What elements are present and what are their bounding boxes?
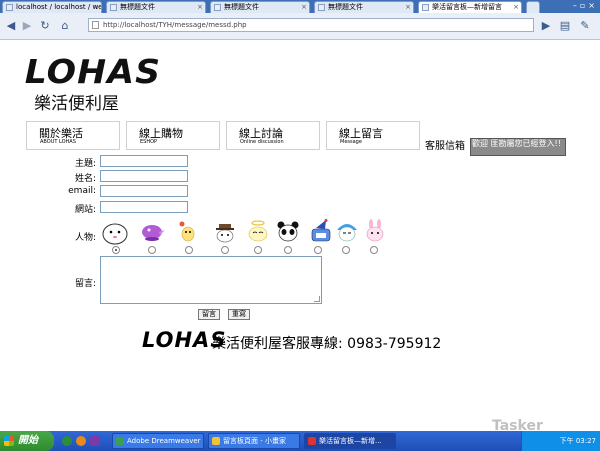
paint-icon [212,437,220,445]
subject-input[interactable] [100,155,188,167]
nav-sublabel: Message [340,139,362,145]
browser-tab[interactable]: 無標題文件 × [106,1,206,13]
message-label: 留言: [74,279,96,289]
dreamweaver-icon [116,437,124,445]
page-icon [422,4,429,11]
page-icon [6,4,13,11]
address-bar[interactable]: http://localhost/TYH/message/messd.php [88,18,534,32]
go-arrow-icon[interactable]: ▶ [539,19,553,33]
close-icon[interactable]: × [197,2,203,13]
pink-bunny-avatar [366,219,384,242]
lohas-logo: LOHAS [24,52,162,91]
window-controls[interactable]: –▫× [573,1,598,10]
browser-tab[interactable]: localhost / localhost / we... × [2,1,102,13]
page-icon [110,4,117,11]
message-textarea[interactable] [100,256,322,304]
task-label: 樂活留言板—新增... [319,437,382,445]
close-icon[interactable]: × [513,2,519,13]
page-icon [214,4,221,11]
tab-label: 無標題文件 [120,3,155,11]
email-input[interactable] [100,185,188,197]
nav-message[interactable]: 線上留言 Message [326,121,420,150]
blue-wizard-avatar [311,219,331,242]
angel-face-avatar [248,220,268,242]
welcome-notice: 歡迎 匪勘屬您已經登入!! [470,138,566,156]
start-label: 開始 [18,435,38,446]
taskbar-item-dreamweaver[interactable]: Adobe Dreamweaver ... [112,433,204,449]
browser-tab-active[interactable]: 樂活留言板—新增留言 × [418,1,522,13]
tab-label: 樂活留言板—新增留言 [432,3,502,11]
nav-sublabel: ESHOP [140,139,158,145]
new-tab-button[interactable] [526,1,540,13]
nav-about-lohas[interactable]: 關於樂活 ABOUT LOHAS [26,121,120,150]
email-label: email: [68,186,96,196]
nav-eshop[interactable]: 線上購物 ESHOP [126,121,220,150]
forward-arrow-icon[interactable]: ▶ [20,19,34,33]
taskbar-item-paint[interactable]: 留言板頁面 - 小畫家 [208,433,300,449]
browser-tab[interactable]: 無標題文件 × [210,1,310,13]
name-label: 姓名: [74,174,96,184]
avatar-radio-5[interactable] [254,246,262,254]
windows-taskbar: 開始 Adobe Dreamweaver ... 留言板頁面 - 小畫家 樂活留… [0,431,600,451]
website-label: 網站: [74,205,96,215]
submit-message-button[interactable]: 留言 [198,309,220,320]
home-icon[interactable]: ⌂ [58,19,72,33]
chrome-icon [308,437,316,445]
close-icon[interactable]: × [405,2,411,13]
reset-button[interactable]: 重寫 [228,309,250,320]
nav-sublabel: Online discussion [240,139,284,145]
name-input[interactable] [100,170,188,182]
resize-grip-icon[interactable] [314,296,320,302]
close-icon[interactable]: × [93,2,99,13]
ghost-white-avatar [102,223,128,245]
purple-bird-avatar [142,225,165,241]
website-input[interactable] [100,201,188,213]
system-tray: 下午 03:27 [521,431,600,451]
avatar-label: 人物: [74,233,96,243]
nav-sublabel: ABOUT LOHAS [40,139,76,145]
avatar-radio-8[interactable] [342,246,350,254]
yellow-chick-avatar [179,221,195,242]
photoshop-quicklaunch-icon[interactable] [90,436,100,446]
panda-avatar [277,221,299,242]
avatar-radio-7[interactable] [314,246,322,254]
site-subtitle: 樂活便利屋 [34,94,119,114]
nav-online-discussion[interactable]: 線上討論 Online discussion [226,121,320,150]
avatar-radio-4[interactable] [221,246,229,254]
tab-label: 無標題文件 [224,3,259,11]
blue-hair-avatar [337,224,357,242]
subject-label: 主題: [74,159,96,169]
taskbar-item-chrome[interactable]: 樂活留言板—新增... [304,433,396,449]
task-label: 留言板頁面 - 小畫家 [223,437,286,445]
browser-toolbar: ◀ ▶ ↻ ⌂ http://localhost/TYH/message/mes… [0,13,600,40]
browser-tab[interactable]: 無標題文件 × [314,1,414,13]
back-arrow-icon[interactable]: ◀ [4,19,18,33]
page-icon [318,4,325,11]
task-label: Adobe Dreamweaver ... [127,437,204,445]
close-icon[interactable]: × [301,2,307,13]
tab-label: 無標題文件 [328,3,363,11]
page-icon [92,21,99,29]
avatar-radio-3[interactable] [185,246,193,254]
customer-service-hotline: 樂活便利屋客服專線: 0983-795912 [212,336,442,352]
brown-hat-avatar [216,224,234,243]
avatar-radio-1[interactable] [112,246,120,254]
reload-icon[interactable]: ↻ [38,19,52,33]
clock: 下午 03:27 [559,437,596,445]
avatar-radio-9[interactable] [370,246,378,254]
page-menu-icon[interactable]: ▤ [558,19,572,33]
browser-tab-strip: localhost / localhost / we... × 無標題文件 × … [0,0,600,13]
avatar-radio-6[interactable] [284,246,292,254]
tab-label: localhost / localhost / we... [16,3,102,11]
customer-service-mailbox-link[interactable]: 客服信箱 [425,137,465,152]
avatar-radio-2[interactable] [148,246,156,254]
wrench-icon[interactable]: ✎ [578,19,592,33]
url-text: http://localhost/TYH/message/messd.php [103,21,247,29]
start-button[interactable]: 開始 [0,431,54,451]
chrome-quicklaunch-icon[interactable] [62,436,72,446]
windows-flag-icon [4,436,14,446]
firefox-quicklaunch-icon[interactable] [76,436,86,446]
